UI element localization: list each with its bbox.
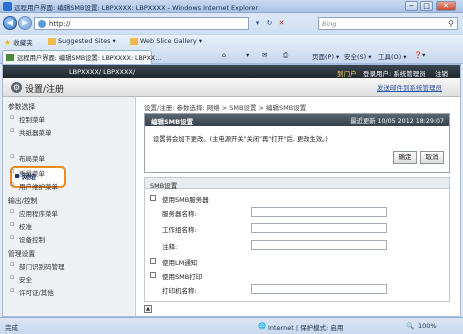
smb-section-header: SMB设置 [145,178,449,190]
url-buttons: ▾ ↻ ✕ [252,17,287,30]
minimize-button[interactable]: − [405,1,418,11]
page-menu[interactable]: 页面(P) ▾ [312,51,339,61]
workgroup-field[interactable] [251,223,387,233]
maximize-button[interactable]: □ [420,1,433,11]
sidebar-item-user-maintenance[interactable]: 用户维护菜单 [10,180,58,191]
sidebar-item-department-id[interactable]: 部门识别码管理 [10,260,64,271]
sidebar-item-layout[interactable]: 布局菜单 [10,152,45,163]
use-smb-server-checkbox[interactable] [150,195,156,201]
panel-title: 编辑SMB设置 [151,118,194,126]
url-field[interactable]: http:// [34,17,249,30]
sidebar-item-quality[interactable]: 质量菜单 [10,167,45,178]
url-text[interactable]: http:// [49,20,70,28]
product-name: LBPXXXX/ LBPXXXX/ [69,68,136,76]
web-slice-link[interactable]: Web Slice Gallery ▾ [130,37,202,45]
cancel-button[interactable]: 取消 [420,151,444,164]
search-box[interactable]: Bing ⚲ [318,17,458,30]
title-header: ⚙ 设置/注册 发送邮件到系统管理员 [3,78,460,97]
panel-header: 编辑SMB设置 最近更新 10/05 2012 18:29:07 [145,114,449,126]
globe-icon: 🌐 [258,322,267,330]
use-lm-checkbox[interactable] [150,258,156,264]
breadcrumb[interactable]: 设置/注册: 参数选择: 网络 > SMB设置 > 编辑SMB设置 [144,102,306,112]
tools-menu[interactable]: 工具(O) ▾ [378,51,407,61]
panel-message: 设置将会加下更改。(主电源开关"关闭"再"打开"后, 更改生效。) [153,136,328,143]
folder-icon [48,37,56,45]
page-title: 设置/注册 [25,85,65,95]
refresh-button[interactable]: ↻ [264,17,275,30]
web-slice-icon [130,37,138,45]
use-smb-print-checkbox[interactable] [150,272,156,278]
search-icon[interactable]: ⚲ [448,19,454,28]
smb-settings-section: SMB设置 使用SMB服务器 服务器名称: 工作组名称: 注释: 使用LM通知 … [144,177,450,302]
sidebar-item-paper-feeder[interactable]: 共纸器菜单 [10,126,51,137]
suggested-sites-link[interactable]: Suggested Sites ▾ [48,37,116,45]
server-name-field[interactable] [251,207,387,217]
logout-link[interactable]: 注销 [435,68,448,78]
mail-button[interactable]: ✉ [262,51,267,59]
ie-app-icon [3,2,12,11]
star-icon: ★ [4,38,12,47]
tab-bar: 远程用户界面: 编辑SMB设置: LBPXXXX: LBPXX... ⌂ ▾ ✉… [0,48,463,64]
feeds-button[interactable]: ▾ [246,51,249,59]
home-button[interactable]: ⌂ [222,51,226,59]
to-portal-link[interactable]: 到门户 [337,68,357,78]
sidebar-item-control-menu[interactable]: 控制菜单 [10,113,45,124]
title-bar: 远程用户界面: 编辑SMB设置: LBPXXXX: LBPXXXX - Wind… [0,0,463,13]
url-dropdown-button[interactable]: ▾ [252,17,263,30]
use-smb-print-label: 使用SMB打印 [162,273,203,281]
page-content: LBPXXXX/ LBPXXXX/ 到门户 登录用户: 系统管理员 注销 ⚙ 设… [2,64,461,317]
zoom-icon: 🔍 [406,322,415,330]
print-button[interactable]: ⎙ [283,51,288,60]
comment-field[interactable] [251,240,387,250]
login-user: 登录用户: 系统管理员 [363,70,426,78]
sidebar-item-applications[interactable]: 应用程序菜单 [10,207,58,218]
status-text: 完成 [5,324,18,332]
comment-label: 注释: [162,243,178,251]
zoom-level[interactable]: 100% [418,322,437,330]
suggested-sites-label: Suggested Sites ▾ [58,37,116,45]
search-input[interactable]: Bing [322,20,337,28]
sidebar-item-device-control[interactable]: 设备控制 [10,233,45,244]
use-smb-server-label: 使用SMB服务器 [162,196,209,204]
favorites-button[interactable]: ★ 收藏夹 [4,37,33,47]
top-header: LBPXXXX/ LBPXXXX/ 到门户 登录用户: 系统管理员 注销 [3,65,460,78]
tab-favicon [6,54,14,61]
printer-name-field[interactable] [251,284,387,294]
favorites-label: 收藏夹 [13,39,33,47]
last-updated: 最近更新 10/05 2012 18:29:07 [350,118,444,125]
scroll-top-button[interactable]: ▲ [144,305,152,313]
sidebar-item-security[interactable]: 安全 [10,273,32,284]
security-zone[interactable]: Internet | 保护模式: 启用 [268,322,343,332]
close-button[interactable]: ✕ [436,1,456,11]
sidebar-section-management: 管理设置 [8,250,36,258]
mail-admin-link[interactable]: 发送邮件到系统管理员 [377,82,442,92]
forward-button[interactable]: ▶ [18,16,32,30]
safety-menu[interactable]: 安全(S) ▾ [344,51,372,61]
status-bar: 完成 🌐 Internet | 保护模式: 启用 🔍 100% [0,317,463,334]
printer-name-label: 打印机名称: [162,287,197,295]
favorites-bar: ★ 收藏夹 Suggested Sites ▾ Web Slice Galler… [0,34,463,48]
window-title: 远程用户界面: 编辑SMB设置: LBPXXXX: LBPXXXX - Wind… [14,4,259,12]
web-slice-label: Web Slice Gallery ▾ [140,37,203,45]
tab-title: 远程用户界面: 编辑SMB设置: LBPXXXX: LBPXX... [17,55,162,62]
sidebar: 参数选择 控制菜单 共纸器菜单 网络 布局菜单 质量菜单 用户维护菜单 输出/控… [3,97,136,316]
sidebar-item-calibration[interactable]: 校准 [10,220,32,231]
stop-button[interactable]: ✕ [276,17,287,30]
settings-icon: ⚙ [11,82,22,93]
address-bar: ◀ ▶ http:// ▾ ↻ ✕ Bing ⚲ [0,13,463,34]
sidebar-section-preferences: 参数选择 [8,103,36,111]
back-button[interactable]: ◀ [3,16,17,30]
workgroup-label: 工作组名称: [162,226,197,234]
page-icon [38,20,46,28]
browser-tab[interactable]: 远程用户界面: 编辑SMB设置: LBPXXXX: LBPXX... [2,50,161,64]
sidebar-item-license[interactable]: 许可证/其他 [10,286,54,297]
sidebar-section-output: 输出/控制 [8,197,38,205]
help-menu[interactable]: ❓▾ [414,51,425,59]
smb-section-title: SMB设置 [150,182,178,190]
server-name-label: 服务器名称: [162,210,197,218]
ok-button[interactable]: 确定 [393,151,417,164]
edit-panel: 编辑SMB设置 最近更新 10/05 2012 18:29:07 设置将会加下更… [144,113,450,173]
use-lm-label: 使用LM通知 [162,259,198,267]
